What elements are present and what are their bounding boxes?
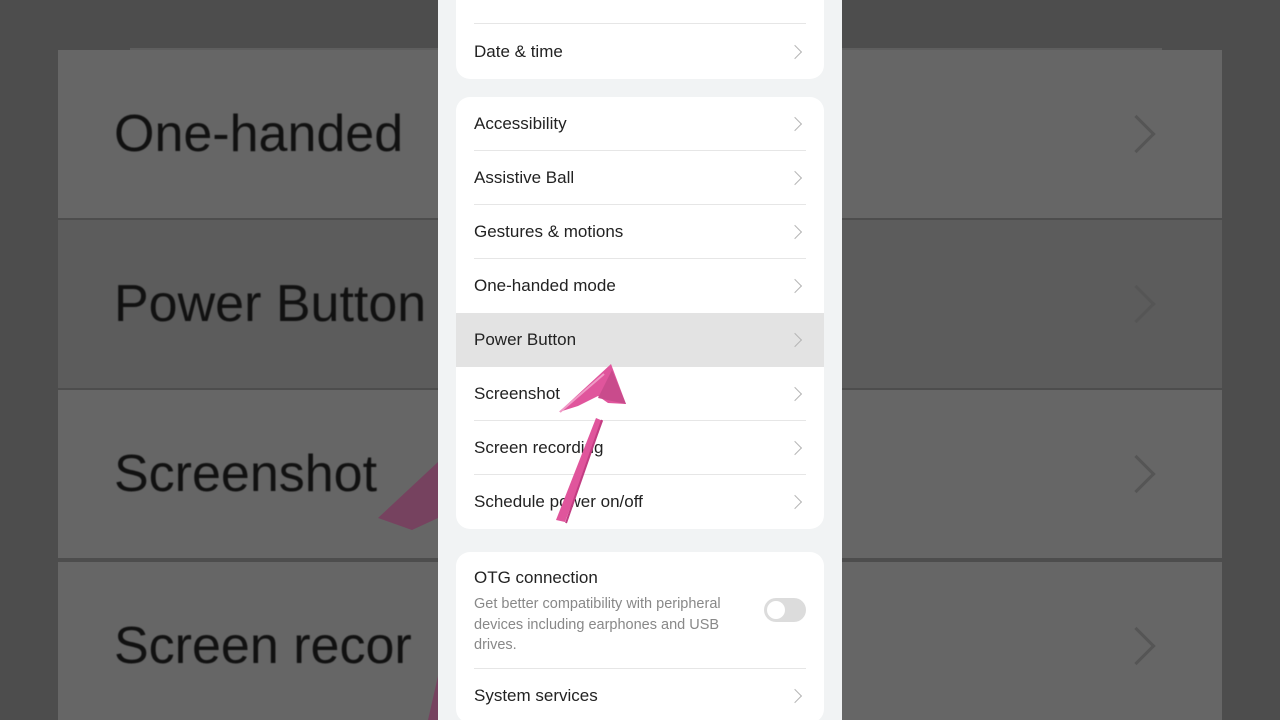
settings-item-otg[interactable]: OTG connection Get better compatibility … [456,552,824,668]
chevron-right-icon [787,224,803,240]
background-label: Screenshot [114,445,378,503]
settings-item-screenshot[interactable]: Screenshot [456,367,824,421]
toggle-knob [767,601,785,619]
chevron-right-icon [787,278,803,294]
phone-screen: Date & time Accessibility Assistive Ball… [438,0,842,720]
chevron-right-icon [787,170,803,186]
chevron-right-icon [1117,454,1156,494]
background-label: Power Button [114,275,427,333]
settings-item-label: Accessibility [474,114,567,133]
settings-item-label: System services [474,685,598,705]
otg-description: Get better compatibility with peripheral… [474,596,721,653]
background-label: Screen recor [114,617,412,675]
chevron-right-icon [787,44,803,59]
settings-item-label: Gestures & motions [474,222,624,241]
settings-item-one-handed-mode[interactable]: One-handed mode [456,259,824,313]
chevron-right-icon [787,440,803,456]
settings-item-power-button[interactable]: Power Button [456,313,824,367]
background-label: One-handed [114,105,404,163]
settings-item-label: Assistive Ball [474,168,575,187]
settings-item-label: Schedule power on/off [474,492,643,511]
chevron-right-icon [787,386,803,402]
chevron-right-icon [1117,114,1156,154]
settings-item-label: One-handed mode [474,276,616,295]
settings-item-screen-recording[interactable]: Screen recording [456,421,824,475]
settings-item-schedule-power[interactable]: Schedule power on/off [456,475,824,529]
settings-item-system-services[interactable]: System services [456,669,824,720]
chevron-right-icon [787,688,803,703]
otg-toggle[interactable] [764,598,806,622]
chevron-right-icon [787,494,803,510]
chevron-right-icon [1117,284,1156,324]
chevron-right-icon [1117,626,1156,666]
settings-item-label: Date & time [474,41,563,61]
settings-item-label: Power Button [474,330,577,349]
chevron-right-icon [787,116,803,132]
settings-item-label: Screenshot [474,384,560,403]
chevron-right-icon [787,332,803,348]
settings-item-accessibility[interactable]: Accessibility [456,97,824,151]
settings-item-date-time[interactable]: Date & time [456,24,824,79]
settings-card-connectivity: OTG connection Get better compatibility … [456,552,824,720]
settings-card-date: Date & time [456,0,824,79]
settings-item-gestures-motions[interactable]: Gestures & motions [456,205,824,259]
otg-title: OTG connection [474,568,598,587]
settings-item-assistive-ball[interactable]: Assistive Ball [456,151,824,205]
settings-item-label: Screen recording [474,438,604,457]
settings-card-main: Accessibility Assistive Ball Gestures & … [456,97,824,529]
